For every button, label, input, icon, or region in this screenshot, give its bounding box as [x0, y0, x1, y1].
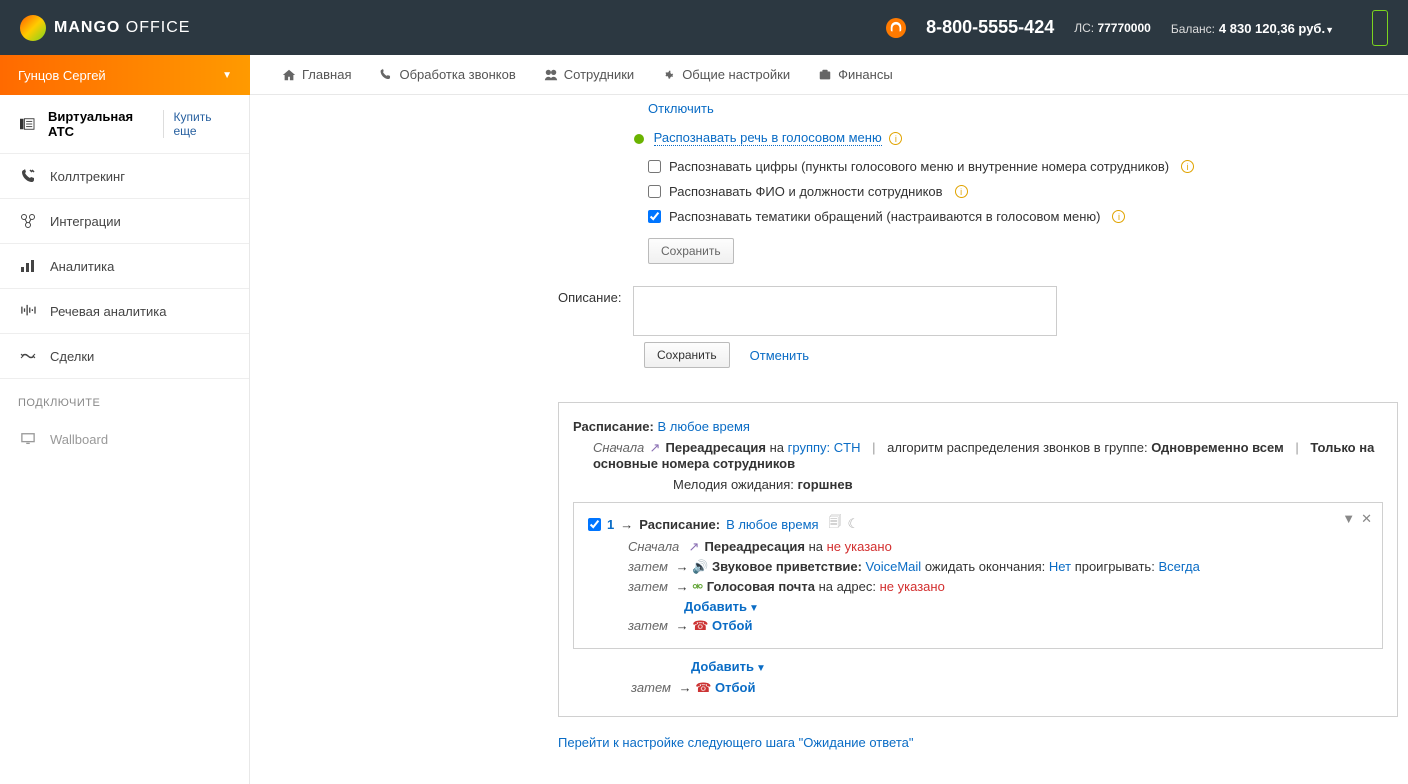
- sidebar-integrations[interactable]: Интеграции: [0, 199, 249, 244]
- caret-icon: ▼: [222, 70, 232, 81]
- speech-recognition-link[interactable]: Распознавать речь в голосовом меню: [654, 130, 882, 146]
- logo[interactable]: MANGO OFFICE: [20, 15, 190, 41]
- sidebar-wallboard[interactable]: Wallboard: [0, 417, 249, 461]
- checkbox-topics[interactable]: [648, 210, 661, 223]
- topnav: Главная Обработка звонков Сотрудники Общ…: [250, 55, 1408, 95]
- topup-button[interactable]: [1372, 10, 1388, 46]
- nav-employees[interactable]: Сотрудники: [544, 67, 634, 82]
- info-icon[interactable]: i: [1112, 210, 1125, 223]
- schedule-card: Расписание: В любое время Сначала ↗ Пере…: [558, 402, 1398, 717]
- play-link[interactable]: Всегда: [1158, 559, 1199, 574]
- desc-textarea[interactable]: [633, 286, 1057, 336]
- logo-icon: [20, 15, 46, 41]
- save-button[interactable]: Сохранить: [648, 238, 734, 264]
- hangup-link-outer[interactable]: Отбой: [715, 680, 755, 695]
- wait-link[interactable]: Нет: [1049, 559, 1071, 574]
- checkbox-topics-label: Распознавать тематики обращений (настраи…: [669, 209, 1100, 224]
- info-icon[interactable]: i: [1181, 160, 1194, 173]
- nav-calls[interactable]: Обработка звонков: [379, 67, 515, 82]
- nav-home[interactable]: Главная: [282, 67, 351, 82]
- logo-text: MANGO OFFICE: [54, 19, 190, 37]
- close-icon[interactable]: ✕: [1361, 511, 1372, 527]
- checkbox-fio[interactable]: [648, 185, 661, 198]
- headset-icon: [886, 18, 906, 38]
- info-icon[interactable]: i: [955, 185, 968, 198]
- analytics-icon: [18, 258, 38, 274]
- deals-icon: [18, 348, 38, 364]
- save-desc-button[interactable]: Сохранить: [644, 342, 730, 368]
- info-icon[interactable]: i: [889, 132, 902, 145]
- topbar: MANGO OFFICE 8-800-5555-424 ЛС: 77770000…: [0, 0, 1408, 55]
- sidebar-analytics[interactable]: Аналитика: [0, 244, 249, 289]
- next-step-link[interactable]: Перейти к настройке следующего шага "Ожи…: [558, 735, 913, 750]
- voicemail-link[interactable]: VoiceMail: [866, 559, 922, 574]
- add-step-button[interactable]: Добавить▼: [684, 599, 759, 614]
- cancel-link[interactable]: Отменить: [750, 348, 809, 363]
- integrations-icon: [18, 213, 38, 229]
- arrow-icon: ↗: [648, 440, 662, 456]
- wallboard-icon: [18, 431, 38, 447]
- moon-icon[interactable]: ☾: [848, 516, 860, 532]
- sidebar-pbx[interactable]: Виртуальная АТС Купить еще: [0, 95, 249, 154]
- sidebar-speech[interactable]: Речевая аналитика: [0, 289, 249, 334]
- speaker-icon: 🔊: [692, 559, 708, 574]
- collapse-icon[interactable]: ▼: [1342, 511, 1355, 527]
- disable-link[interactable]: Отключить: [648, 101, 714, 116]
- sidebar: Виртуальная АТС Купить еще Коллтрекинг И…: [0, 95, 250, 784]
- nested-anytime[interactable]: В любое время: [726, 517, 818, 532]
- sidebar-subtitle: ПОДКЛЮЧИТЕ: [0, 379, 249, 417]
- tape-icon: ⚮: [692, 579, 703, 594]
- user-dropdown[interactable]: Гунцов Сергей ▼: [0, 55, 250, 95]
- checkbox-fio-label: Распознавать ФИО и должности сотрудников: [669, 184, 943, 199]
- sidebar-deals[interactable]: Сделки: [0, 334, 249, 379]
- support-phone[interactable]: 8-800-5555-424: [926, 17, 1054, 38]
- nav-settings[interactable]: Общие настройки: [662, 67, 790, 82]
- topbar-right: 8-800-5555-424 ЛС: 77770000 Баланс: 4 83…: [886, 10, 1388, 46]
- row2: Гунцов Сергей ▼ Главная Обработка звонко…: [0, 55, 1408, 95]
- calltracking-icon: [18, 168, 38, 184]
- balance: Баланс: 4 830 120,36 руб.▼: [1171, 20, 1334, 36]
- checkbox-digits[interactable]: [648, 160, 661, 173]
- sidebar-calltracking[interactable]: Коллтрекинг: [0, 154, 249, 199]
- desc-label: Описание:: [558, 290, 621, 305]
- nested-schedule: ▼ ✕ 1 → Расписание: В любое время 🗐 ☾ Сн…: [573, 502, 1383, 649]
- nested-enabled[interactable]: [588, 518, 601, 531]
- hangup-icon: ☎: [692, 618, 708, 633]
- pbx-icon: [18, 116, 36, 132]
- buy-more-link[interactable]: Купить еще: [163, 110, 232, 138]
- hangup-link[interactable]: Отбой: [712, 618, 752, 633]
- speech-icon: [18, 303, 38, 319]
- add-outer-button[interactable]: Добавить▼: [691, 659, 766, 674]
- checkbox-digits-label: Распознавать цифры (пункты голосового ме…: [669, 159, 1169, 174]
- calendar-icon[interactable]: 🗐: [829, 513, 842, 535]
- account-number: ЛС: 77770000: [1074, 21, 1151, 35]
- nav-finance[interactable]: Финансы: [818, 67, 893, 82]
- main: Отключить Распознавать речь в голосовом …: [250, 95, 1408, 784]
- hangup-icon: ☎: [695, 680, 711, 695]
- schedule-anytime[interactable]: В любое время: [657, 419, 749, 434]
- status-dot-icon: [634, 134, 644, 144]
- group-link[interactable]: группу: CTH: [788, 440, 861, 455]
- arrow-icon: ↗: [687, 539, 701, 555]
